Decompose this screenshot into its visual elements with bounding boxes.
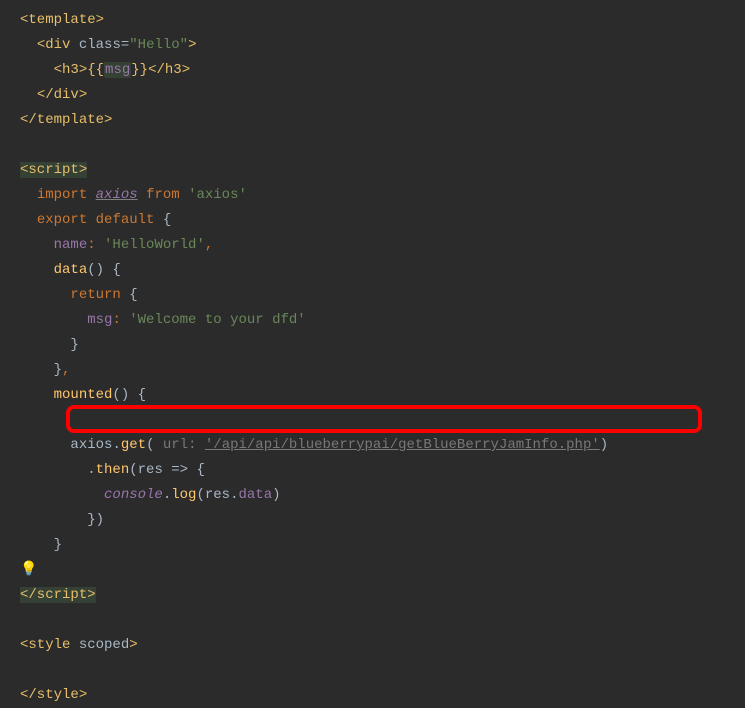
intention-bulb-line[interactable]: 💡: [20, 558, 745, 583]
code-line[interactable]: </div>: [20, 83, 745, 108]
code-line[interactable]: }: [20, 333, 745, 358]
import-identifier: axios: [96, 187, 138, 203]
code-line[interactable]: },: [20, 358, 745, 383]
code-editor[interactable]: <template> <div class="Hello"> <h3>{{msg…: [20, 8, 745, 708]
blank-line[interactable]: [20, 658, 745, 683]
lightbulb-icon[interactable]: 💡: [20, 562, 37, 578]
template-variable: msg: [104, 62, 131, 78]
code-line[interactable]: <style scoped>: [20, 633, 745, 658]
code-line[interactable]: </script>: [20, 583, 745, 608]
code-line[interactable]: <template>: [20, 8, 745, 33]
code-line[interactable]: console.log(res.data): [20, 483, 745, 508]
highlight-box: [66, 405, 702, 433]
console-object: console: [104, 487, 163, 503]
code-line[interactable]: return {: [20, 283, 745, 308]
code-line[interactable]: <script>: [20, 158, 745, 183]
code-line[interactable]: .then(res => {: [20, 458, 745, 483]
code-line[interactable]: name: 'HelloWorld',: [20, 233, 745, 258]
code-line[interactable]: msg: 'Welcome to your dfd': [20, 308, 745, 333]
code-line[interactable]: export default {: [20, 208, 745, 233]
code-line[interactable]: </template>: [20, 108, 745, 133]
code-line[interactable]: }: [20, 533, 745, 558]
code-line[interactable]: mounted() {: [20, 383, 745, 408]
url-string: '/api/api/blueberrypai/getBlueBerryJamIn…: [205, 437, 600, 453]
highlighted-line[interactable]: axios.get( url: '/api/api/blueberrypai/g…: [20, 408, 745, 458]
code-line[interactable]: <div class="Hello">: [20, 33, 745, 58]
code-line[interactable]: <h3>{{msg}}</h3>: [20, 58, 745, 83]
param-hint: url:: [163, 437, 197, 453]
blank-line[interactable]: [20, 608, 745, 633]
code-line[interactable]: }): [20, 508, 745, 533]
code-line[interactable]: import axios from 'axios': [20, 183, 745, 208]
code-line[interactable]: </style>: [20, 683, 745, 708]
code-line[interactable]: data() {: [20, 258, 745, 283]
blank-line[interactable]: [20, 133, 745, 158]
